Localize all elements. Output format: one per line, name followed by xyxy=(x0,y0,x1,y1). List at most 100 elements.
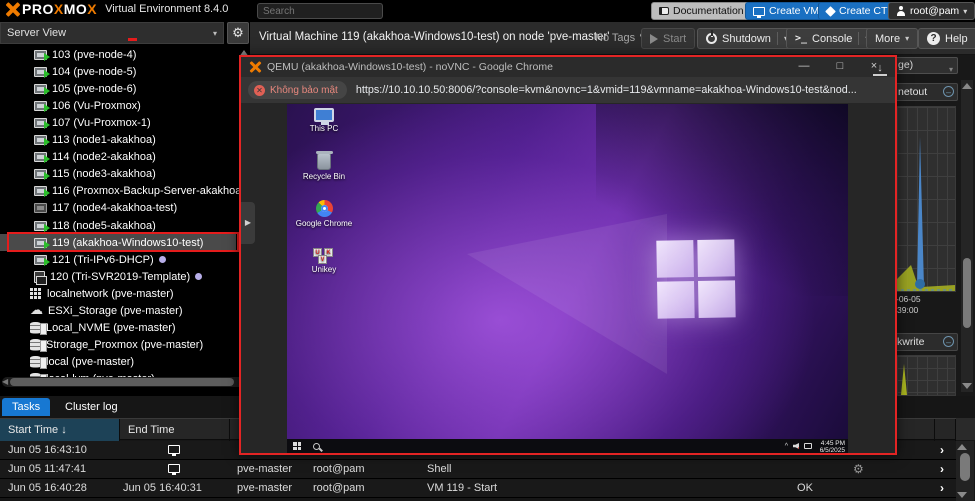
gear-icon[interactable]: ⚙ xyxy=(227,22,249,44)
tab-tasks[interactable]: Tasks xyxy=(2,398,50,416)
tree-item-119[interactable]: 119 (akakhoa-Windows10-test) xyxy=(0,234,236,251)
book-icon xyxy=(659,7,669,15)
help-button[interactable]: ?Help xyxy=(918,28,975,49)
scrollbar-thumb[interactable] xyxy=(963,258,971,328)
scroll-down-arrow-icon[interactable] xyxy=(957,492,967,498)
vm-running-icon xyxy=(34,255,47,265)
shutdown-button[interactable]: Shutdown▾ xyxy=(697,28,797,49)
console-button[interactable]: >_Console▾ xyxy=(786,28,878,49)
tag-dot-icon xyxy=(159,256,166,263)
horizontal-scrollbar[interactable]: ◀ ▶ xyxy=(2,377,248,387)
row-expand-chevron-icon[interactable]: › xyxy=(940,479,944,498)
desktop-icon-google-chrome[interactable]: Google Chrome xyxy=(293,200,355,228)
taskbar-clock[interactable]: 4:45 PM 6/5/2025 xyxy=(820,439,845,453)
row-expand-chevron-icon[interactable]: › xyxy=(940,460,944,479)
task-description: Shell xyxy=(427,460,451,479)
vm-running-icon xyxy=(34,101,47,111)
sidebar: Server View▾ ⚙ 103 (pve-node-4)104 (pve-… xyxy=(0,22,250,396)
tree-item-120[interactable]: 120 (Tri-SVR2019-Template) xyxy=(0,268,236,285)
tree-item-esxi_storage[interactable]: ☁ESXi_Storage (pve-master) xyxy=(0,302,236,319)
desktop-icon-this-pc[interactable]: This PC xyxy=(293,108,355,133)
column-header-start-time[interactable]: Start Time ↓ xyxy=(0,419,120,441)
minimize-button[interactable]: — xyxy=(789,57,819,77)
scroll-up-arrow-icon[interactable] xyxy=(962,83,972,89)
search-input[interactable] xyxy=(257,3,383,19)
start-menu-icon[interactable] xyxy=(293,442,301,450)
tree-item-107[interactable]: 107 (Vu-Proxmox-1) xyxy=(0,114,236,131)
tree-item-113[interactable]: 113 (node1-akakhoa) xyxy=(0,131,236,148)
view-selector[interactable]: Server View▾ xyxy=(0,22,224,44)
tag-dot-icon xyxy=(195,273,202,280)
tree-item-114[interactable]: 114 (node2-akakhoa) xyxy=(0,148,236,165)
taskbar-search-icon[interactable] xyxy=(313,443,320,450)
row-expand-chevron-icon[interactable]: › xyxy=(940,441,944,460)
novnc-control-handle[interactable]: ▶ xyxy=(241,202,255,244)
windows-desktop[interactable]: This PC Recycle Bin Google Chrome UKVUnikey… xyxy=(287,104,848,453)
tree-item-local[interactable]: local (pve-master) xyxy=(0,353,236,370)
network-grid-icon xyxy=(30,288,33,291)
download-icon[interactable]: ↓ xyxy=(873,62,887,76)
x-axis-tick: 39:00 xyxy=(897,305,918,315)
storage-icon xyxy=(30,322,41,334)
tab-cluster-log[interactable]: Cluster log xyxy=(55,398,128,416)
storage-icon xyxy=(30,339,41,351)
light-beam xyxy=(467,214,667,374)
task-row[interactable]: Jun 05 11:47:41pve-masterroot@pamShell⚙› xyxy=(0,460,956,479)
proxmox-logo-text: PROXMOX xyxy=(22,1,97,17)
resource-tree: 103 (pve-node-4)104 (pve-node-5)105 (pve… xyxy=(0,44,250,388)
address-bar[interactable]: ✕ Không bảo mật https://10.10.10.50:8006… xyxy=(241,77,895,103)
maximize-button[interactable]: □ xyxy=(825,57,855,77)
circle-minus-icon[interactable]: – xyxy=(943,336,954,347)
scrollbar-thumb[interactable] xyxy=(960,453,970,481)
create-vm-button[interactable]: Create VM xyxy=(745,2,827,20)
task-node: pve-master xyxy=(237,479,292,498)
task-status: OK xyxy=(770,479,840,498)
url-text[interactable]: https://10.10.10.50:8006/?console=kvm&no… xyxy=(356,84,856,96)
user-menu-button[interactable]: root@pam▾ xyxy=(888,2,975,20)
x-axis-tick: -06-05 xyxy=(896,294,921,304)
window-title: QEMU (akakhoa-Windows10-test) - noVNC - … xyxy=(267,61,553,73)
tree-item-118[interactable]: 118 (node5-akakhoa) xyxy=(0,217,236,234)
tree-item-104[interactable]: 104 (pve-node-5) xyxy=(0,63,236,80)
desktop-icon-unikey[interactable]: UKVUnikey xyxy=(293,248,355,274)
tree-item-strorage_proxmox[interactable]: Strorage_Proxmox (pve-master) xyxy=(0,336,236,353)
sort-arrow-icon: ↓ xyxy=(61,424,67,436)
network-icon[interactable] xyxy=(804,443,812,449)
diskwrite-spike xyxy=(901,364,907,395)
tree-item-local_nvme[interactable]: Local_NVME (pve-master) xyxy=(0,319,236,336)
tree-item-106[interactable]: 106 (Vu-Proxmox) xyxy=(0,97,236,114)
tree-item-116[interactable]: 116 (Proxmox-Backup-Server-akakhoa) xyxy=(0,182,236,199)
documentation-button[interactable]: Documentation xyxy=(651,2,752,20)
vm-running-icon xyxy=(34,135,47,145)
tree-item-localnetwork[interactable]: localnetwork (pve-master) xyxy=(0,285,236,302)
vm-running-icon xyxy=(34,50,47,60)
task-row[interactable]: Jun 05 16:40:28Jun 05 16:40:31pve-master… xyxy=(0,479,956,498)
tree-item-103[interactable]: 103 (pve-node-4) xyxy=(0,46,236,63)
tree-item-121[interactable]: 121 (Tri-IPv6-DHCP) xyxy=(0,251,236,268)
tray-chevron-icon[interactable]: ^ xyxy=(785,443,788,450)
more-button[interactable]: More▾ xyxy=(866,28,918,49)
tree-item-105[interactable]: 105 (pve-node-6) xyxy=(0,80,236,97)
scroll-down-arrow-icon[interactable] xyxy=(962,383,972,389)
vm-running-icon xyxy=(34,118,47,128)
tree-item-117[interactable]: 117 (node4-akakhoa-test) xyxy=(0,199,236,216)
start-button[interactable]: Start xyxy=(641,28,695,49)
windows-taskbar[interactable]: ^ 4:45 PM 6/5/2025 xyxy=(287,439,848,453)
create-ct-button[interactable]: Create CT xyxy=(818,2,895,20)
scroll-left-icon[interactable]: ◀ xyxy=(2,378,8,386)
netout-spike xyxy=(917,137,924,287)
chevron-down-icon: ▾ xyxy=(963,7,967,16)
tree-item-115[interactable]: 115 (node3-akakhoa) xyxy=(0,165,236,182)
scrollbar-thumb[interactable] xyxy=(10,378,234,386)
speaker-muted-icon[interactable] xyxy=(793,443,799,449)
scroll-up-arrow-icon[interactable] xyxy=(957,444,967,450)
circle-minus-icon[interactable]: – xyxy=(943,86,954,97)
summary-scrollbar[interactable] xyxy=(961,80,973,392)
tasks-scrollbar[interactable] xyxy=(956,441,974,501)
desktop-icon-recycle-bin[interactable]: Recycle Bin xyxy=(293,153,355,181)
task-description: VM 119 - Start xyxy=(427,479,497,498)
system-tray[interactable]: ^ xyxy=(785,439,812,453)
column-header-end-time[interactable]: End Time xyxy=(120,419,230,441)
security-chip[interactable]: ✕ Không bảo mật xyxy=(248,81,347,99)
task-running-spinner-icon: ⚙ xyxy=(853,462,864,476)
